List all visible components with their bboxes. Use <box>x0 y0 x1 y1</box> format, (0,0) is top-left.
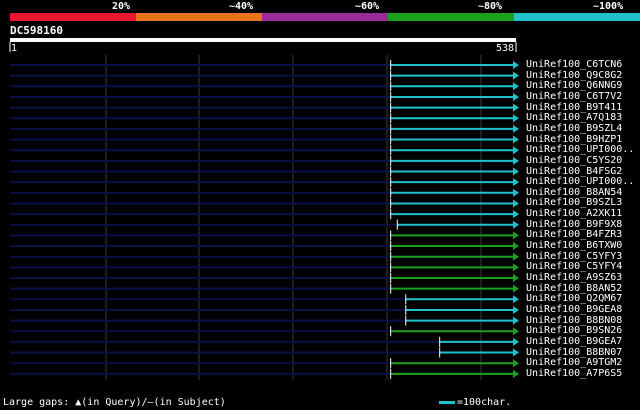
scale-segment <box>262 13 388 21</box>
gaps-subject-label: (in Subject) <box>153 397 226 408</box>
hit-label[interactable]: UniRef100_B9GEA7 <box>526 336 622 347</box>
hit-arrow <box>513 316 519 325</box>
hit-label[interactable]: UniRef100_B8BN07 <box>526 347 622 358</box>
hit-label[interactable]: UniRef100_B9SN26 <box>526 325 622 336</box>
hit-arrow <box>513 124 519 133</box>
scale-segment <box>514 13 640 21</box>
hit-label[interactable]: UniRef100_B9SZL3 <box>526 197 622 208</box>
hit-arrow <box>513 305 519 314</box>
hit-arrow <box>513 337 519 346</box>
hit-label[interactable]: UniRef100_B4FSG2 <box>526 166 622 177</box>
hit-label[interactable]: UniRef100_Q6NNG9 <box>526 80 622 91</box>
hit-arrow <box>513 178 519 187</box>
hit-label[interactable]: UniRef100_A7Q183 <box>526 112 622 123</box>
hit-label[interactable]: UniRef100_C6TCN6 <box>526 59 622 70</box>
hit-arrow <box>513 61 519 69</box>
hit-arrow <box>513 231 519 240</box>
hit-arrow <box>513 114 519 123</box>
scale-label-40: ~40% <box>229 1 254 12</box>
hit-label[interactable]: UniRef100_B9SZL4 <box>526 123 622 134</box>
scale-label-20: 20% <box>112 1 131 12</box>
hit-arrow <box>513 199 519 208</box>
hit-label[interactable]: UniRef100_A7P6S5 <box>526 368 622 379</box>
hit-arrow <box>513 135 519 144</box>
hit-label[interactable]: UniRef100_Q9C8G2 <box>526 70 622 81</box>
hit-label[interactable]: UniRef100_B9GEA8 <box>526 304 622 315</box>
query-ruler <box>10 38 516 42</box>
hit-arrow <box>513 359 519 368</box>
hit-label[interactable]: UniRef100_B9T411 <box>526 102 622 113</box>
hit-arrow <box>513 210 519 219</box>
hit-arrow <box>513 284 519 293</box>
gaps-legend: Large gaps: ▲(in Query)/—(in Subject) <box>3 397 226 408</box>
hit-label[interactable]: UniRef100_C5YFY4 <box>526 261 622 272</box>
scale-label-80: ~80% <box>478 1 503 12</box>
hit-arrow <box>513 156 519 165</box>
query-end-label: 538 <box>496 43 515 54</box>
hit-label[interactable]: UniRef100_UPI000.. <box>526 144 634 155</box>
hit-arrow <box>513 103 519 112</box>
hit-arrow <box>513 263 519 272</box>
scale-segment <box>10 13 136 21</box>
hit-arrow <box>513 92 519 101</box>
hit-arrow <box>513 82 519 91</box>
scale-segment <box>388 13 514 21</box>
hit-arrow <box>513 167 519 176</box>
scale-label-100: ~100% <box>593 1 624 12</box>
scale-legend: =100char. <box>439 397 511 408</box>
hit-label[interactable]: UniRef100_B4FZR3 <box>526 229 622 240</box>
hit-label[interactable]: UniRef100_C5YFY3 <box>526 251 622 262</box>
scale-segment <box>136 13 262 21</box>
gaps-prefix: Large gaps: <box>3 397 76 408</box>
hit-label[interactable]: UniRef100_UPI000.. <box>526 176 634 187</box>
hit-label[interactable]: UniRef100_B9F9X8 <box>526 219 622 230</box>
hit-arrow <box>513 369 519 378</box>
hit-label[interactable]: UniRef100_A9TGM2 <box>526 357 622 368</box>
hit-label[interactable]: UniRef100_B6TXW0 <box>526 240 622 251</box>
scale-label-60: ~60% <box>355 1 380 12</box>
query-name: DC598160 <box>10 24 63 37</box>
hit-label[interactable]: UniRef100_B8BN08 <box>526 315 622 326</box>
hit-label[interactable]: UniRef100_A9SZ63 <box>526 272 622 283</box>
hit-arrow <box>513 348 519 357</box>
hit-label[interactable]: UniRef100_B8AN52 <box>526 283 622 294</box>
hit-label[interactable]: UniRef100_C5YS20 <box>526 155 622 166</box>
hit-arrow <box>513 220 519 229</box>
hit-arrow <box>513 71 519 80</box>
query-start-label: 1 <box>11 43 18 54</box>
hit-arrow <box>513 252 519 261</box>
scale-legend-text: =100char. <box>457 397 512 408</box>
hit-arrow <box>513 327 519 336</box>
hit-label[interactable]: UniRef100_B9HZP1 <box>526 134 622 145</box>
hit-arrow <box>513 242 519 251</box>
hit-arrow <box>513 274 519 282</box>
hit-label[interactable]: UniRef100_Q2QM67 <box>526 293 622 304</box>
gaps-query-label: (in Query)/ <box>81 397 148 408</box>
hit-label[interactable]: UniRef100_C6T7V2 <box>526 91 622 102</box>
hit-arrow <box>513 188 519 197</box>
hit-label[interactable]: UniRef100_A2XK11 <box>526 208 622 219</box>
scale-legend-bar <box>439 400 455 404</box>
hit-arrow <box>513 146 519 155</box>
hit-arrow <box>513 295 519 304</box>
hit-label[interactable]: UniRef100_B8AN54 <box>526 187 622 198</box>
